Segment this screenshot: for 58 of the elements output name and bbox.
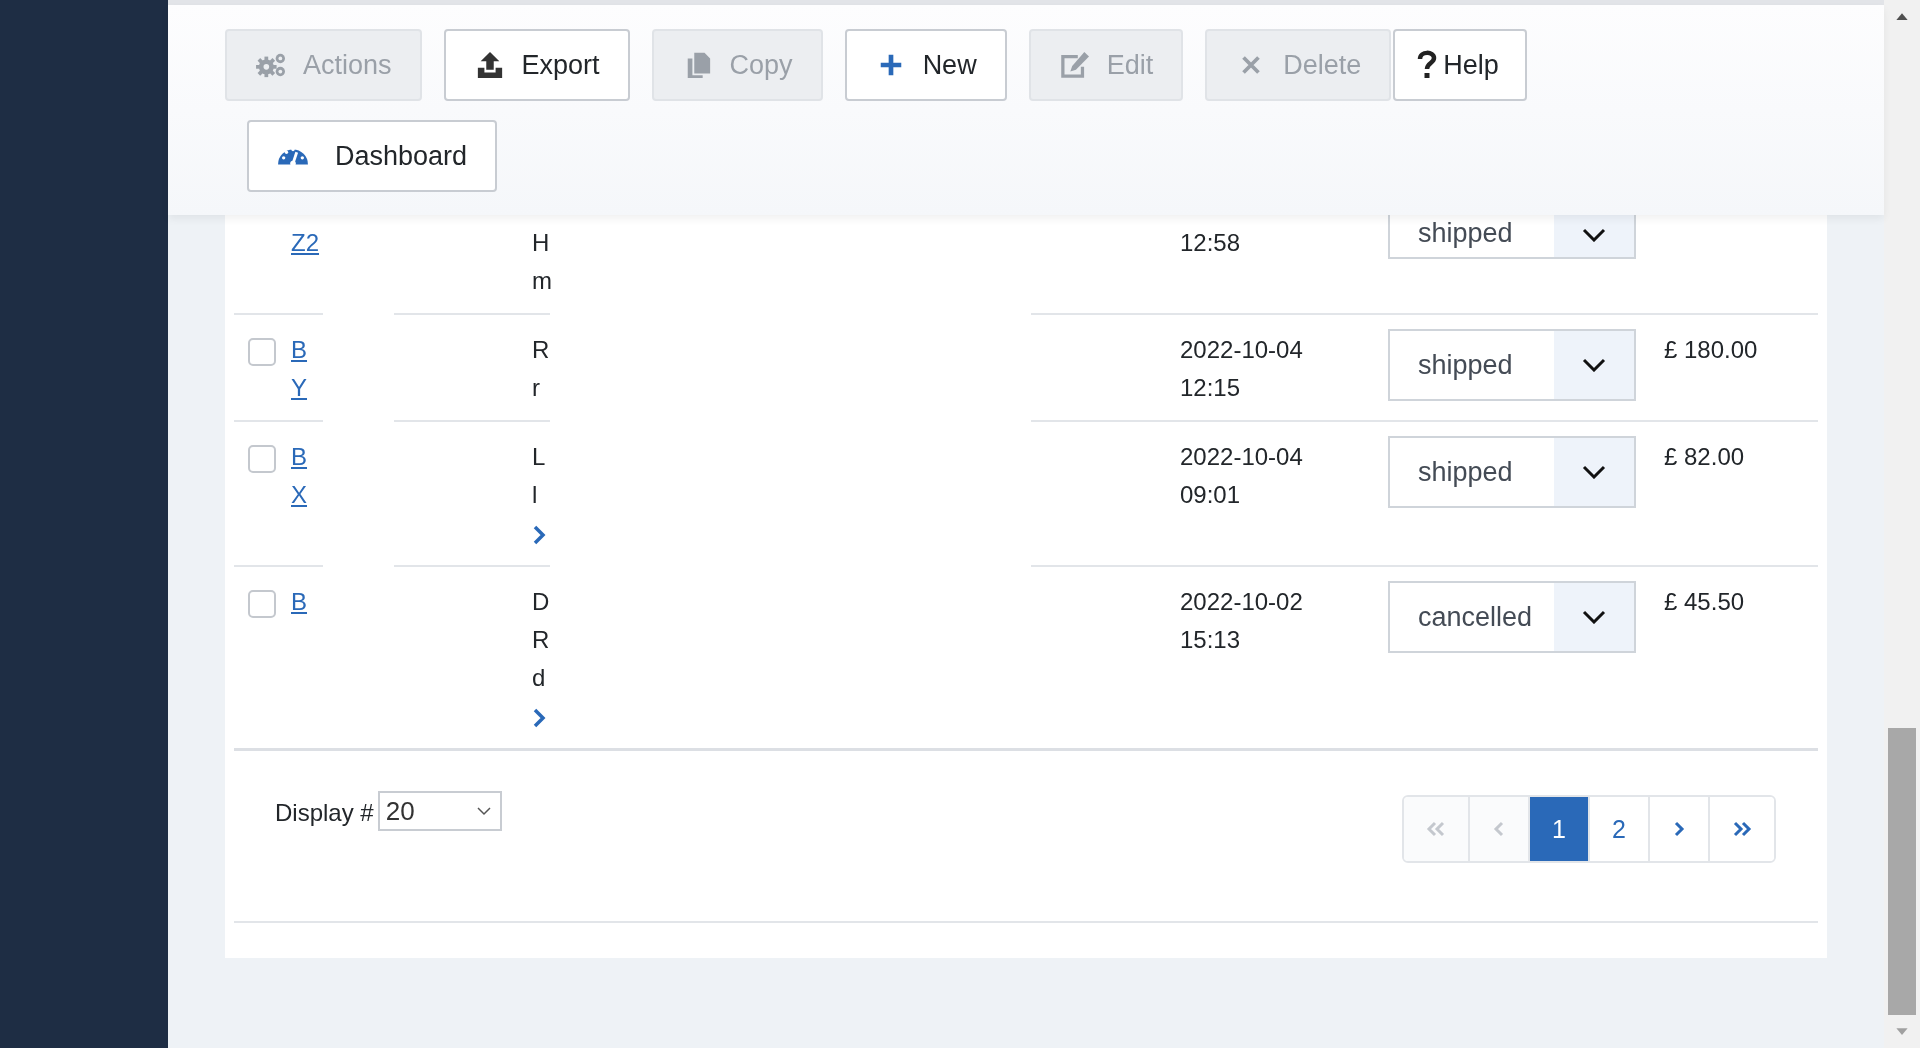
row-checkbox[interactable] [248,338,276,366]
toolbar-button[interactable]: New [844,29,1007,101]
row-checkbox[interactable] [248,445,276,473]
chevron-down-icon [1582,465,1606,479]
toolbar-button[interactable]: Export [443,29,630,101]
chevron-down-icon [1582,228,1606,242]
order-title: r [532,374,540,401]
page-button[interactable] [1708,797,1774,861]
double-right-icon [1731,821,1753,837]
row-checkbox[interactable] [248,590,276,618]
order-date: 2022-10-04 [1180,336,1303,363]
chevron-left-icon [1493,821,1505,837]
order-total: £ 180.00 [1664,336,1758,363]
order-time: 09:01 [1180,481,1241,508]
order-title: L [532,443,546,470]
order-title: H [532,229,550,256]
order-date: 2022-10-02 [1180,588,1303,615]
order-link[interactable]: Y [291,374,307,401]
order-title: R [532,336,550,363]
chevron-down-icon [475,806,492,816]
order-title: D [532,588,550,615]
order-title: d [532,664,546,691]
question-icon [1417,50,1438,80]
double-left-icon [1425,821,1447,837]
order-link[interactable]: X [291,481,307,508]
status-select[interactable]: cancelled [1388,581,1636,653]
order-total: £ 45.50 [1664,588,1745,615]
order-link[interactable]: B [291,588,307,615]
display-label: Display # [275,798,374,828]
scrollbar-thumb[interactable] [1888,728,1916,1015]
order-date: 2022-10-04 [1180,443,1303,470]
toolbar-button[interactable]: Help [1393,29,1527,101]
chevron-down-icon [1582,358,1606,372]
order-link[interactable]: B [291,443,307,470]
scroll-up-icon[interactable] [1895,12,1909,21]
status-select[interactable]: shipped [1388,436,1636,508]
edit-icon [1058,51,1091,79]
chevron-right-icon [1673,821,1685,837]
toolbar-button[interactable]: Dashboard [247,120,498,192]
order-link[interactable]: Z2 [291,229,319,256]
order-time: 12:58 [1180,229,1241,256]
display-select[interactable]: 20 [377,791,502,831]
status-select[interactable]: shipped [1388,329,1636,401]
chevron-icon[interactable] [532,524,546,545]
page-button[interactable]: 1 [1528,797,1588,861]
chevron-down-icon [1582,610,1606,624]
order-time: 12:15 [1180,374,1241,401]
scroll-down-icon[interactable] [1895,1027,1909,1036]
status-select[interactable]: shipped [1388,213,1636,259]
order-title: l [532,481,538,508]
order-time: 15:13 [1180,626,1241,653]
order-title: m [532,267,552,294]
order-link[interactable]: B [291,336,307,363]
order-total: £ 82.00 [1664,443,1745,470]
gears-icon [255,51,287,79]
order-title: R [532,626,550,653]
scrollbar[interactable] [1884,0,1920,1048]
chevron-icon[interactable] [532,707,546,728]
